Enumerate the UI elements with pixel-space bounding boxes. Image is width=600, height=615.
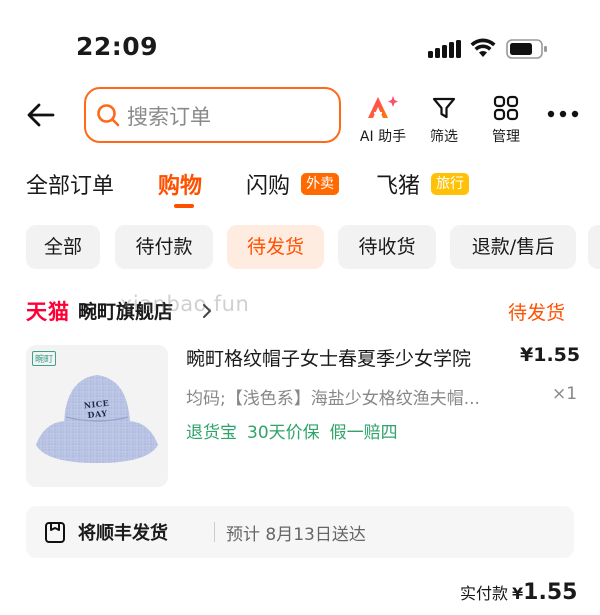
takeout-badge: 外卖	[301, 173, 340, 195]
active-tab-indicator	[174, 204, 194, 208]
manage-label: 管理	[492, 129, 520, 145]
chip-pending-payment[interactable]: 待付款	[115, 225, 213, 269]
grid-icon	[493, 95, 519, 121]
more-options-icon[interactable]	[546, 106, 580, 122]
wifi-icon	[470, 38, 496, 57]
tab-shopping[interactable]: 购物	[158, 168, 203, 208]
filter-label: 筛选	[430, 129, 458, 145]
search-icon	[97, 104, 120, 127]
back-arrow-icon[interactable]	[26, 100, 56, 130]
chevron-right-icon[interactable]	[201, 303, 213, 319]
tab-fliggy[interactable]: 飞猪 旅行	[376, 168, 470, 202]
divider	[214, 522, 215, 542]
filter-button[interactable]: 筛选	[414, 94, 474, 145]
cellular-signal-icon	[428, 40, 461, 58]
product-quantity: ×1	[552, 384, 578, 404]
travel-badge: 旅行	[431, 173, 470, 195]
tab-label: 全部订单	[26, 174, 115, 199]
chip-refund-after-sales[interactable]: 退款/售后	[450, 225, 576, 269]
shipping-box-icon	[45, 522, 65, 543]
order-status: 待发货	[508, 302, 566, 324]
guarantee-authenticity: 假一赔四	[329, 423, 398, 443]
tab-flash-buy[interactable]: 闪购 外卖	[246, 168, 340, 202]
product-price: ¥1.55	[520, 344, 581, 366]
ai-assistant-icon	[368, 96, 398, 118]
chip-pending-shipment[interactable]: 待发货	[227, 225, 324, 269]
battery-icon	[506, 39, 547, 59]
ai-assistant-button[interactable]: AI 助手	[353, 94, 413, 145]
filter-funnel-icon	[432, 97, 456, 119]
chip-pending-receipt[interactable]: 待收货	[338, 225, 436, 269]
total-amount: 1.55	[523, 580, 578, 605]
status-time: 22:09	[76, 32, 159, 61]
guarantee-tags: 退货宝 30天价保 假一赔四	[186, 418, 408, 443]
tab-all-orders[interactable]: 全部订单	[26, 168, 114, 202]
tab-label: 购物	[158, 174, 203, 199]
product-sku: 均码;【浅色系】海盐少女格纹渔夫帽...	[186, 389, 480, 409]
guarantee-return-insurance: 退货宝	[186, 423, 237, 443]
tmall-logo: 天猫	[26, 300, 70, 324]
delivery-estimate: 预计 8月13日送达	[226, 525, 366, 545]
product-image[interactable]: 畹町 NICE DAY	[26, 345, 168, 487]
chip-overflow	[588, 225, 600, 269]
search-input[interactable]: 搜索订单	[84, 87, 341, 143]
total-currency: ¥	[512, 584, 524, 603]
manage-button[interactable]: 管理	[476, 94, 536, 145]
guarantee-price-protection: 30天价保	[247, 423, 320, 443]
product-title[interactable]: 畹町格纹帽子女士春夏季少女学院	[186, 344, 471, 371]
search-placeholder: 搜索订单	[127, 105, 211, 129]
watermark: xianbao.fun	[120, 292, 250, 316]
ai-assistant-label: AI 助手	[359, 129, 407, 145]
status-bar: 22:09	[0, 0, 600, 90]
brand-mark: 畹町	[32, 351, 57, 366]
total-label: 实付款	[460, 584, 509, 603]
shipping-info-bar[interactable]: 将顺丰发货 预计 8月13日送达	[26, 506, 574, 558]
tab-label: 飞猪	[376, 174, 421, 199]
shipping-title: 将顺丰发货	[78, 523, 168, 544]
order-total: 实付款 ¥1.55	[460, 580, 577, 605]
tab-label: 闪购	[246, 174, 291, 199]
chip-all[interactable]: 全部	[26, 225, 100, 269]
